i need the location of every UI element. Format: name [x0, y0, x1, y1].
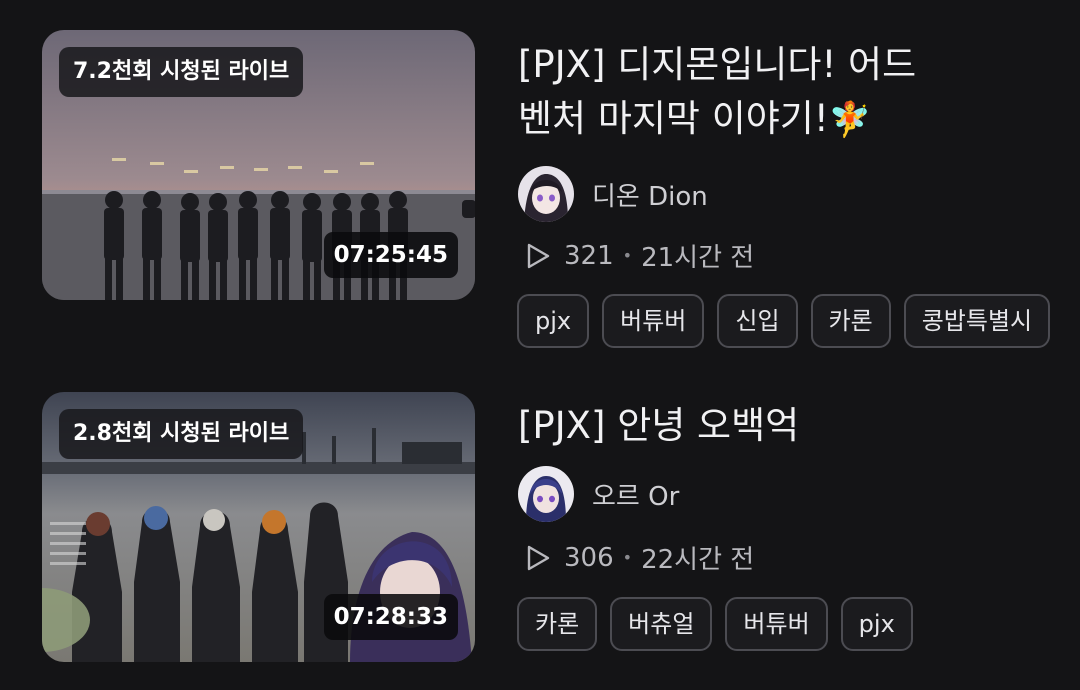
duration-badge: 07:25:45	[323, 232, 458, 278]
fairy-icon: 🧚	[828, 100, 872, 140]
video-meta: 321 • 21시간 전	[522, 237, 754, 274]
video-card[interactable]: 7.2천회 시청된 라이브 07:25:45 [PJX] 디지몬입니다! 어드벤…	[0, 0, 1080, 348]
views-badge: 7.2천회 시청된 라이브	[59, 47, 304, 97]
video-meta: 306 • 22시간 전	[522, 539, 754, 576]
time-ago: 22시간 전	[641, 545, 755, 575]
video-title[interactable]: [PJX] 안녕 오백억	[518, 399, 938, 453]
separator-dot: •	[622, 246, 633, 265]
play-icon	[527, 243, 550, 268]
channel-name: 디온 Dion	[592, 181, 708, 212]
separator-dot: •	[622, 548, 633, 567]
channel-name: 오르 Or	[592, 481, 680, 512]
tag-chip[interactable]: 콩밥특별시	[903, 294, 1051, 348]
avatar-or[interactable]	[518, 466, 574, 522]
tag-chip[interactable]: 카론	[810, 294, 891, 348]
video-title-text: [PJX] 안녕 오백억	[518, 404, 800, 447]
channel-link[interactable]: 디온 Dion	[518, 166, 708, 222]
tag-chip[interactable]: 버츄얼	[610, 597, 713, 651]
tag-chip[interactable]: pjx	[517, 294, 590, 348]
video-title[interactable]: [PJX] 디지몬입니다! 어드벤처 마지막 이야기!🧚	[518, 38, 938, 147]
views-badge: 2.8천회 시청된 라이브	[59, 409, 304, 459]
play-icon	[527, 545, 550, 570]
play-count: 321	[564, 240, 614, 271]
play-count: 306	[564, 542, 614, 573]
tag-chip[interactable]: 버튜버	[602, 294, 705, 348]
channel-link[interactable]: 오르 Or	[518, 466, 679, 522]
tag-chip[interactable]: 카론	[517, 597, 598, 651]
tag-list: pjx 버튜버 신입 카론 콩밥특별시	[517, 294, 1051, 348]
tag-list: 카론 버츄얼 버튜버 pjx	[517, 597, 913, 651]
video-thumbnail[interactable]: 7.2천회 시청된 라이브 07:25:45	[42, 30, 475, 300]
video-card[interactable]: 2.8천회 시청된 라이브 07:28:33 [PJX] 안녕 오백억 오르 O…	[0, 362, 1080, 662]
tag-chip[interactable]: 신입	[717, 294, 798, 348]
video-thumbnail[interactable]: 2.8천회 시청된 라이브 07:28:33	[42, 392, 475, 662]
time-ago: 21시간 전	[641, 243, 755, 273]
tag-chip[interactable]: 버튜버	[725, 597, 828, 651]
duration-badge: 07:28:33	[323, 594, 458, 640]
avatar-dion[interactable]	[518, 166, 574, 222]
tag-chip[interactable]: pjx	[840, 597, 913, 651]
